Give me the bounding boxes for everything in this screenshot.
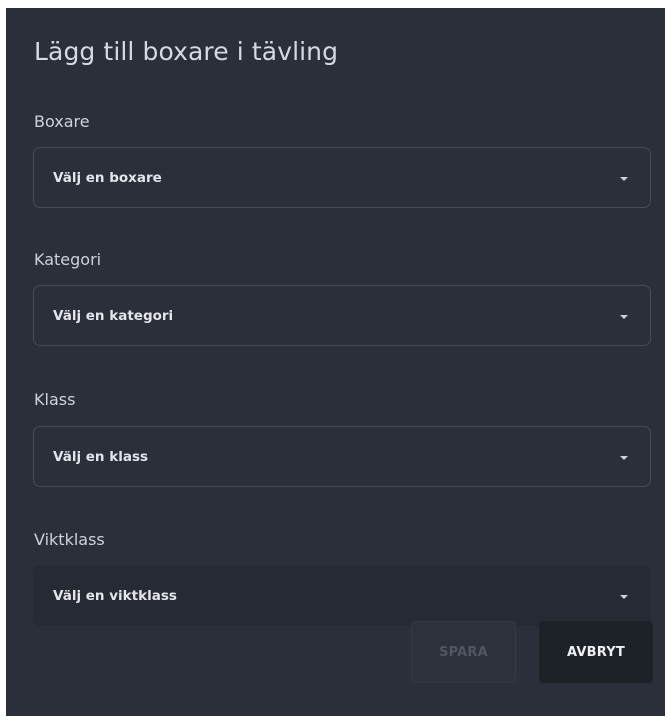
class-select[interactable]: Välj en klass (33, 426, 651, 487)
class-label: Klass (34, 390, 76, 409)
caret-down-icon (620, 176, 628, 181)
caret-down-icon (620, 594, 628, 599)
category-select[interactable]: Välj en kategori (33, 285, 651, 346)
category-select-value: Välj en kategori (53, 307, 174, 324)
save-button[interactable]: SPARA (411, 621, 516, 683)
weight-class-label: Viktklass (34, 530, 105, 549)
weight-class-select[interactable]: Välj en viktklass (33, 565, 651, 626)
class-select-value: Välj en klass (53, 448, 149, 465)
caret-down-icon (620, 455, 628, 460)
boxer-select[interactable]: Välj en boxare (33, 147, 651, 208)
add-boxer-dialog: Lägg till boxare i tävling Boxare Välj e… (6, 8, 665, 716)
boxer-label: Boxare (34, 112, 90, 131)
weight-class-select-value: Välj en viktklass (53, 587, 177, 604)
caret-down-icon (620, 314, 628, 319)
dialog-title: Lägg till boxare i tävling (34, 37, 339, 66)
boxer-select-value: Välj en boxare (53, 169, 162, 186)
cancel-button[interactable]: AVBRYT (539, 621, 653, 683)
category-label: Kategori (34, 250, 102, 269)
